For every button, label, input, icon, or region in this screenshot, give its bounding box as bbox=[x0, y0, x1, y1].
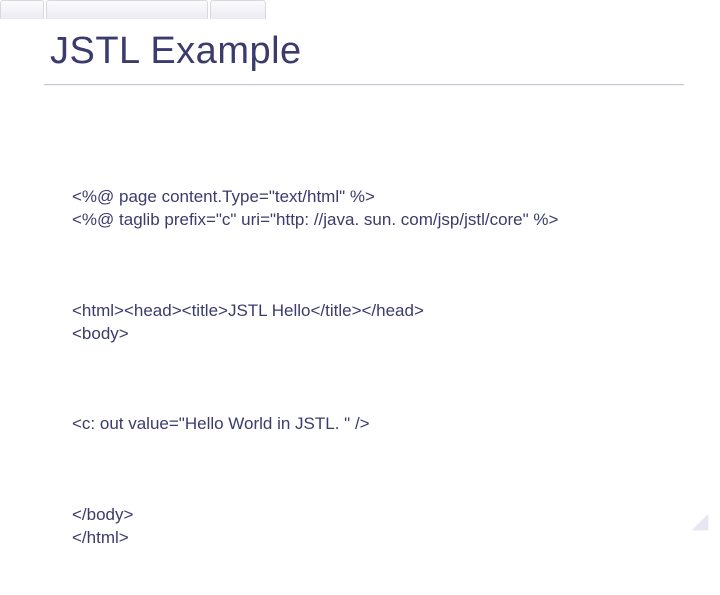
code-line: <%@ page content.Type="text/html" %> <%@… bbox=[72, 186, 682, 232]
tab-strip bbox=[0, 0, 720, 18]
code-line: <c: out value="Hello World in JSTL. " /> bbox=[72, 413, 682, 436]
page-corner-icon bbox=[692, 514, 709, 531]
code-block: <%@ page content.Type="text/html" %> <%@… bbox=[72, 140, 682, 595]
title-divider bbox=[44, 84, 684, 85]
tab[interactable] bbox=[210, 0, 266, 19]
tab[interactable] bbox=[46, 0, 208, 19]
tab[interactable] bbox=[0, 0, 44, 19]
code-line: <html><head><title>JSTL Hello</title></h… bbox=[72, 300, 682, 346]
slide-title: JSTL Example bbox=[50, 30, 302, 73]
code-line: </body> </html> bbox=[72, 504, 682, 550]
